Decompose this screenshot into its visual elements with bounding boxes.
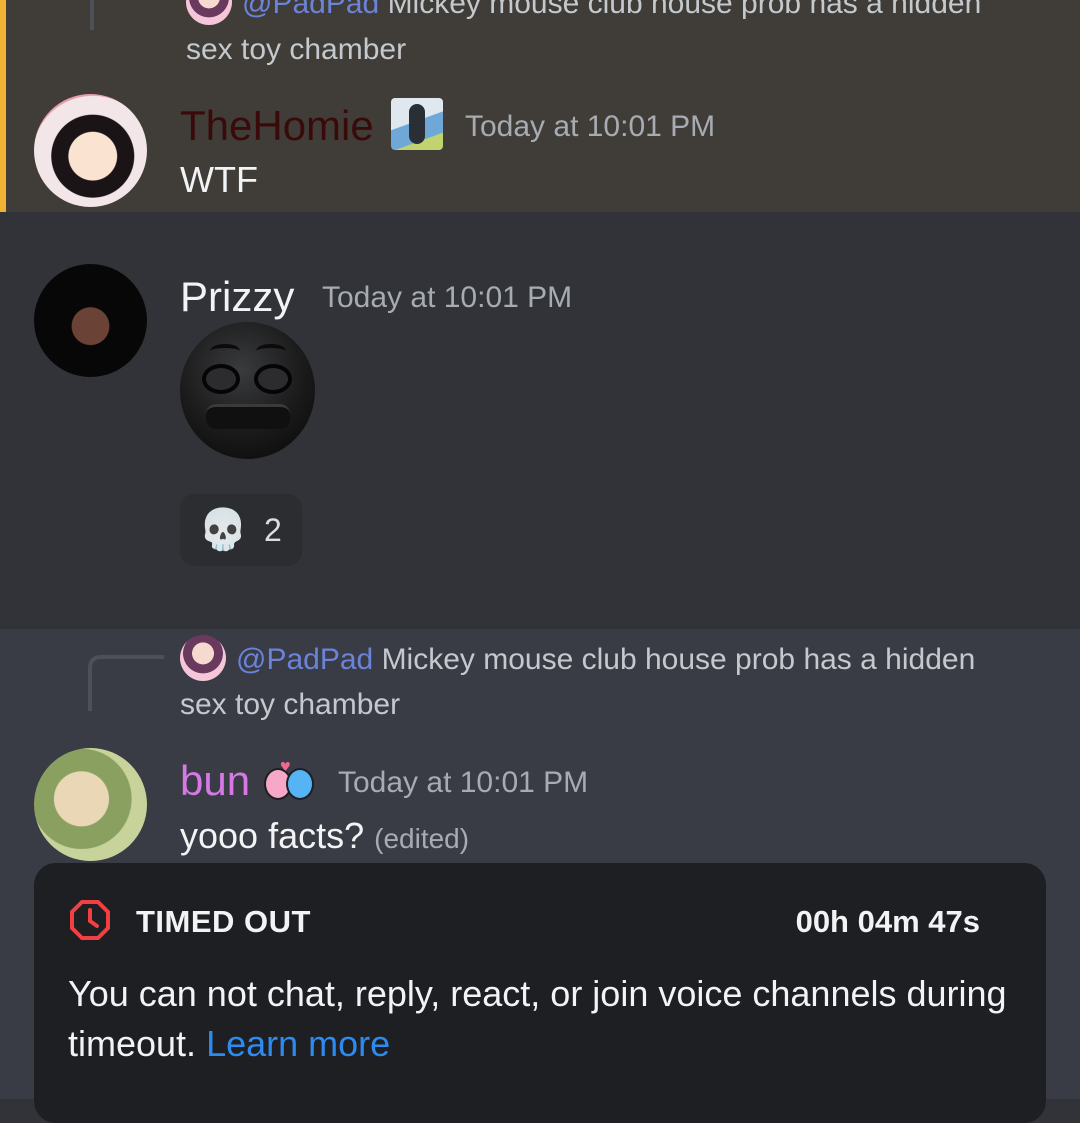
- sticker-image[interactable]: [180, 322, 315, 459]
- reply-mention[interactable]: @PadPad: [236, 643, 373, 676]
- sticker-mouth: [206, 404, 290, 429]
- reply-avatar: [186, 0, 232, 25]
- role-icon: ♥: [264, 756, 316, 804]
- avatar[interactable]: [34, 94, 147, 207]
- reaction-count: 2: [264, 512, 282, 548]
- edited-label: (edited): [374, 823, 470, 854]
- timestamp: Today at 10:01 PM: [322, 281, 573, 314]
- timer-icon: [70, 900, 110, 940]
- skull-emoji-icon: 💀: [198, 508, 248, 552]
- reply-mention[interactable]: @PadPad: [242, 0, 379, 20]
- message-content: yooo facts?: [180, 815, 365, 856]
- message-text: yooo facts? (edited): [180, 814, 469, 861]
- message-group-thehomie[interactable]: @PadPad Mickey mouse club house prob has…: [0, 0, 1080, 212]
- reply-avatar: [180, 635, 226, 681]
- role-icon: [391, 98, 443, 150]
- username[interactable]: bun: [180, 756, 250, 806]
- learn-more-link[interactable]: Learn more: [206, 1023, 390, 1064]
- avatar[interactable]: [34, 264, 147, 377]
- reply-connector: [90, 0, 166, 30]
- message-text: WTF: [180, 159, 258, 200]
- timestamp: Today at 10:01 PM: [338, 766, 589, 799]
- reply-connector: [88, 655, 164, 711]
- reply-text-continued: sex toy chamber: [186, 33, 407, 66]
- reply-preview[interactable]: @PadPad Mickey mouse club house prob has…: [186, 0, 981, 28]
- timeout-banner: TIMED OUT 00h 04m 47s You can not chat, …: [34, 863, 1046, 1123]
- timestamp: Today at 10:01 PM: [465, 110, 716, 143]
- reaction-button[interactable]: 💀 2: [180, 494, 302, 566]
- blue-bird-icon: [286, 768, 314, 800]
- avatar[interactable]: [34, 748, 147, 861]
- reply-text: Mickey mouse club house prob has a hidde…: [387, 0, 982, 20]
- reply-preview[interactable]: @PadPad Mickey mouse club house prob has…: [180, 635, 976, 684]
- username[interactable]: Prizzy: [180, 272, 294, 322]
- sticker-brow-right: [256, 344, 286, 358]
- timeout-description: You can not chat, reply, react, or join …: [68, 969, 1008, 1069]
- sticker-eye-left: [202, 364, 240, 394]
- message-group-prizzy[interactable]: [0, 212, 1080, 629]
- username[interactable]: TheHomie: [180, 101, 374, 151]
- reply-text: Mickey mouse club house prob has a hidde…: [381, 642, 976, 676]
- sticker-brow-left: [210, 344, 240, 358]
- timeout-title: TIMED OUT: [136, 904, 311, 939]
- sticker-eye-right: [254, 364, 292, 394]
- reply-text-continued: sex toy chamber: [180, 688, 401, 721]
- timeout-countdown: 00h 04m 47s: [795, 904, 980, 939]
